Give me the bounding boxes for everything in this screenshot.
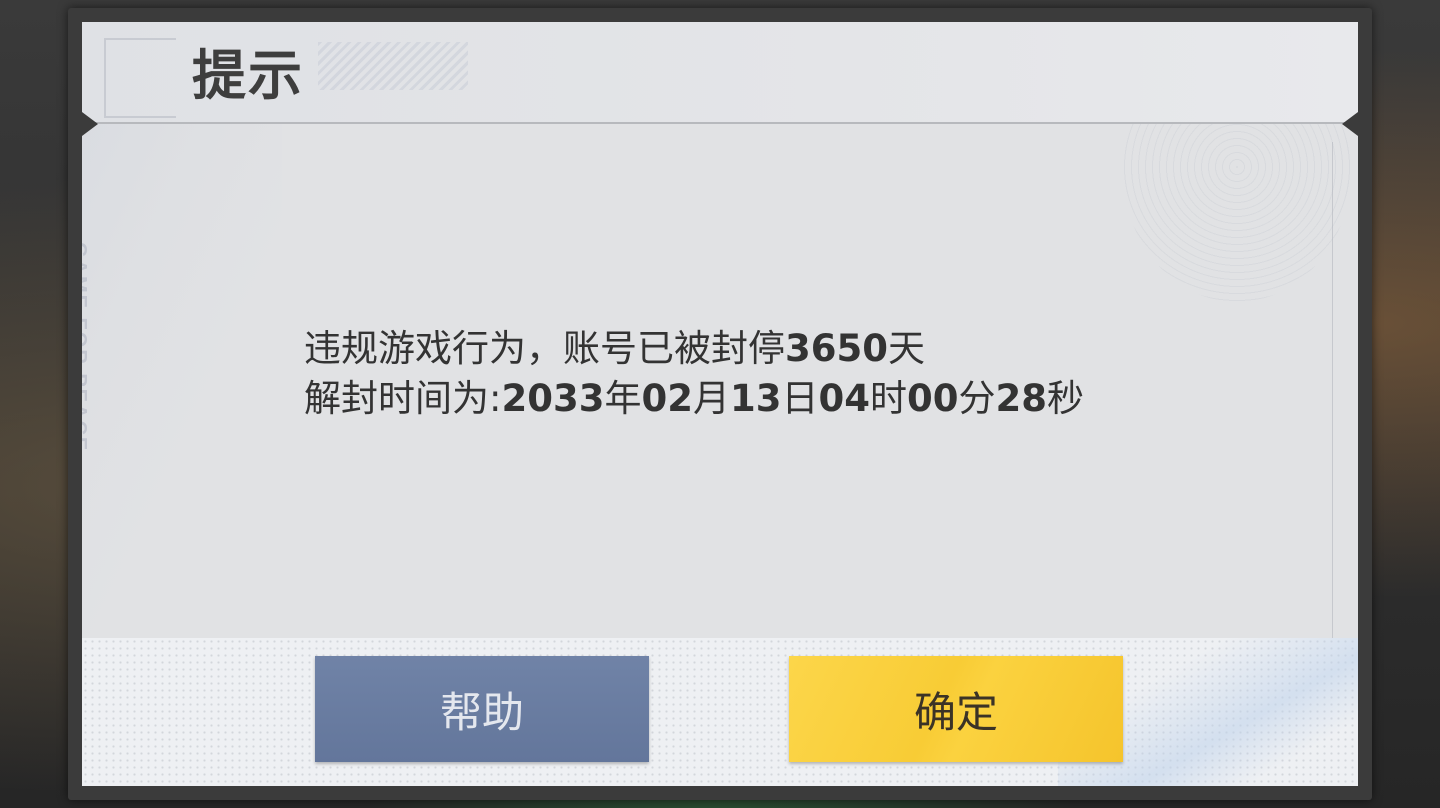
help-button[interactable]: 帮助 (315, 656, 649, 762)
dialog-footer (82, 638, 1358, 786)
ban-days-value: 3650 (785, 327, 888, 370)
ban-days-unit: 天 (887, 327, 925, 370)
ban-duration-line: 违规游戏行为，账号已被封停3650天 (304, 324, 1084, 374)
dialog-header: 提示 (82, 22, 1358, 122)
watermark-text: GAME FOR PEACE (82, 242, 90, 453)
header-divider (82, 122, 1358, 124)
confirm-button[interactable]: 确定 (789, 656, 1123, 762)
help-button-label: 帮助 (439, 687, 524, 737)
left-notch-decoration (82, 112, 98, 136)
minute-unit: 分 (958, 377, 996, 420)
unban-year: 2033 (501, 377, 605, 420)
right-notch-decoration (1342, 112, 1358, 136)
day-unit: 日 (781, 377, 819, 420)
unban-label: 解封时间为: (304, 377, 502, 420)
unban-time-line: 解封时间为:2033年02月13日04时00分28秒 (304, 374, 1084, 424)
second-unit: 秒 (1046, 377, 1084, 420)
ban-message: 违规游戏行为，账号已被封停3650天 解封时间为:2033年02月13日04时0… (304, 324, 1084, 424)
unban-minute: 00 (906, 377, 959, 420)
month-unit: 月 (692, 377, 730, 420)
ban-reason-text: 违规游戏行为，账号已被封停 (304, 327, 785, 370)
bracket-decoration (104, 38, 176, 118)
confirm-button-label: 确定 (913, 687, 998, 737)
unban-hour: 04 (818, 377, 870, 420)
unban-day: 13 (729, 377, 782, 420)
dialog-title: 提示 (192, 44, 304, 107)
year-unit: 年 (604, 377, 642, 420)
ban-notice-dialog: GAME FOR PEACE 提示 违规游戏行为，账号已被封停3650天 解封时… (82, 22, 1358, 786)
hour-unit: 时 (869, 377, 907, 420)
stripe-decoration (318, 42, 468, 90)
unban-second: 28 (995, 377, 1047, 420)
unban-month: 02 (641, 377, 693, 420)
